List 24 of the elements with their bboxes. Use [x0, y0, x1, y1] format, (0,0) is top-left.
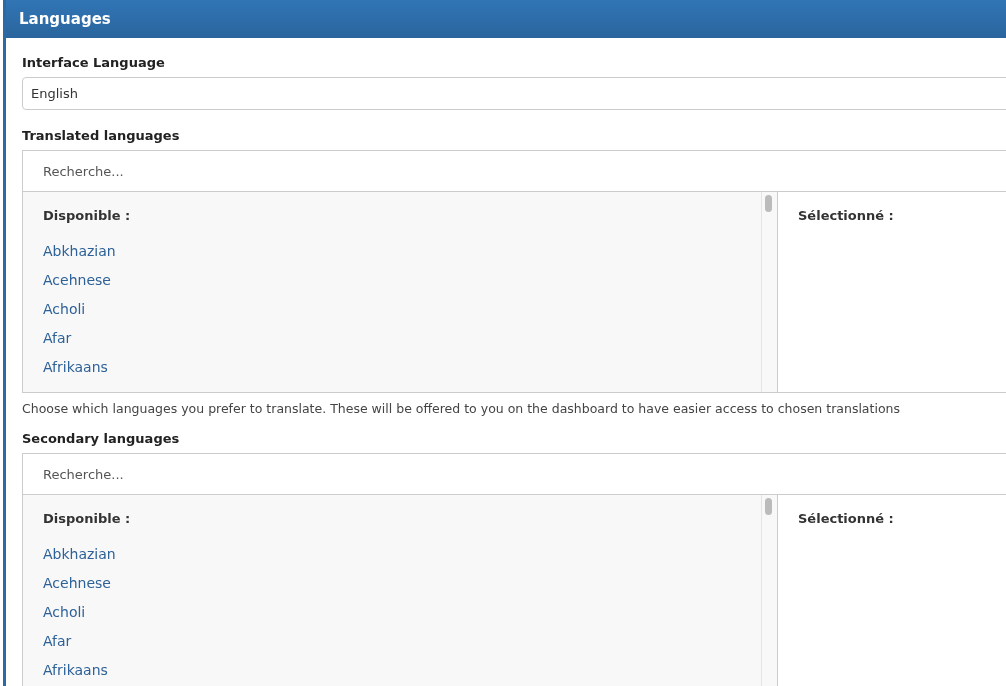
- list-heading: Sélectionné :: [798, 511, 895, 526]
- language-link[interactable]: Acholi: [43, 301, 741, 317]
- language-link[interactable]: Afar: [43, 330, 741, 346]
- language-link[interactable]: Afrikaans: [43, 662, 741, 678]
- scroll-thumb[interactable]: [765, 498, 772, 515]
- scrollbar[interactable]: [761, 495, 778, 686]
- help-text: Choose which languages you prefer to translate. These will be offered to you on the dashboard to have easier access to chosen translations: [22, 401, 901, 416]
- panel-title: Languages: [6, 0, 1006, 38]
- language-link[interactable]: Abkhazian: [43, 546, 741, 562]
- language-link[interactable]: Acholi: [43, 604, 741, 620]
- field-label: Translated languages: [22, 128, 181, 143]
- language-link[interactable]: Acehnese: [43, 272, 741, 288]
- field-label: Secondary languages: [22, 431, 181, 446]
- list-heading: Disponible :: [43, 511, 132, 526]
- list-heading: Sélectionné :: [798, 208, 895, 223]
- language-link[interactable]: Afrikaans: [43, 359, 741, 375]
- language-select[interactable]: English: [22, 77, 1006, 110]
- language-link[interactable]: Acehnese: [43, 575, 741, 591]
- scroll-thumb[interactable]: [765, 195, 772, 212]
- list-heading: Disponible :: [43, 208, 132, 223]
- field-label: Interface Language: [22, 55, 166, 70]
- language-link[interactable]: Afar: [43, 633, 741, 649]
- language-link[interactable]: Abkhazian: [43, 243, 741, 259]
- scrollbar[interactable]: [761, 192, 778, 392]
